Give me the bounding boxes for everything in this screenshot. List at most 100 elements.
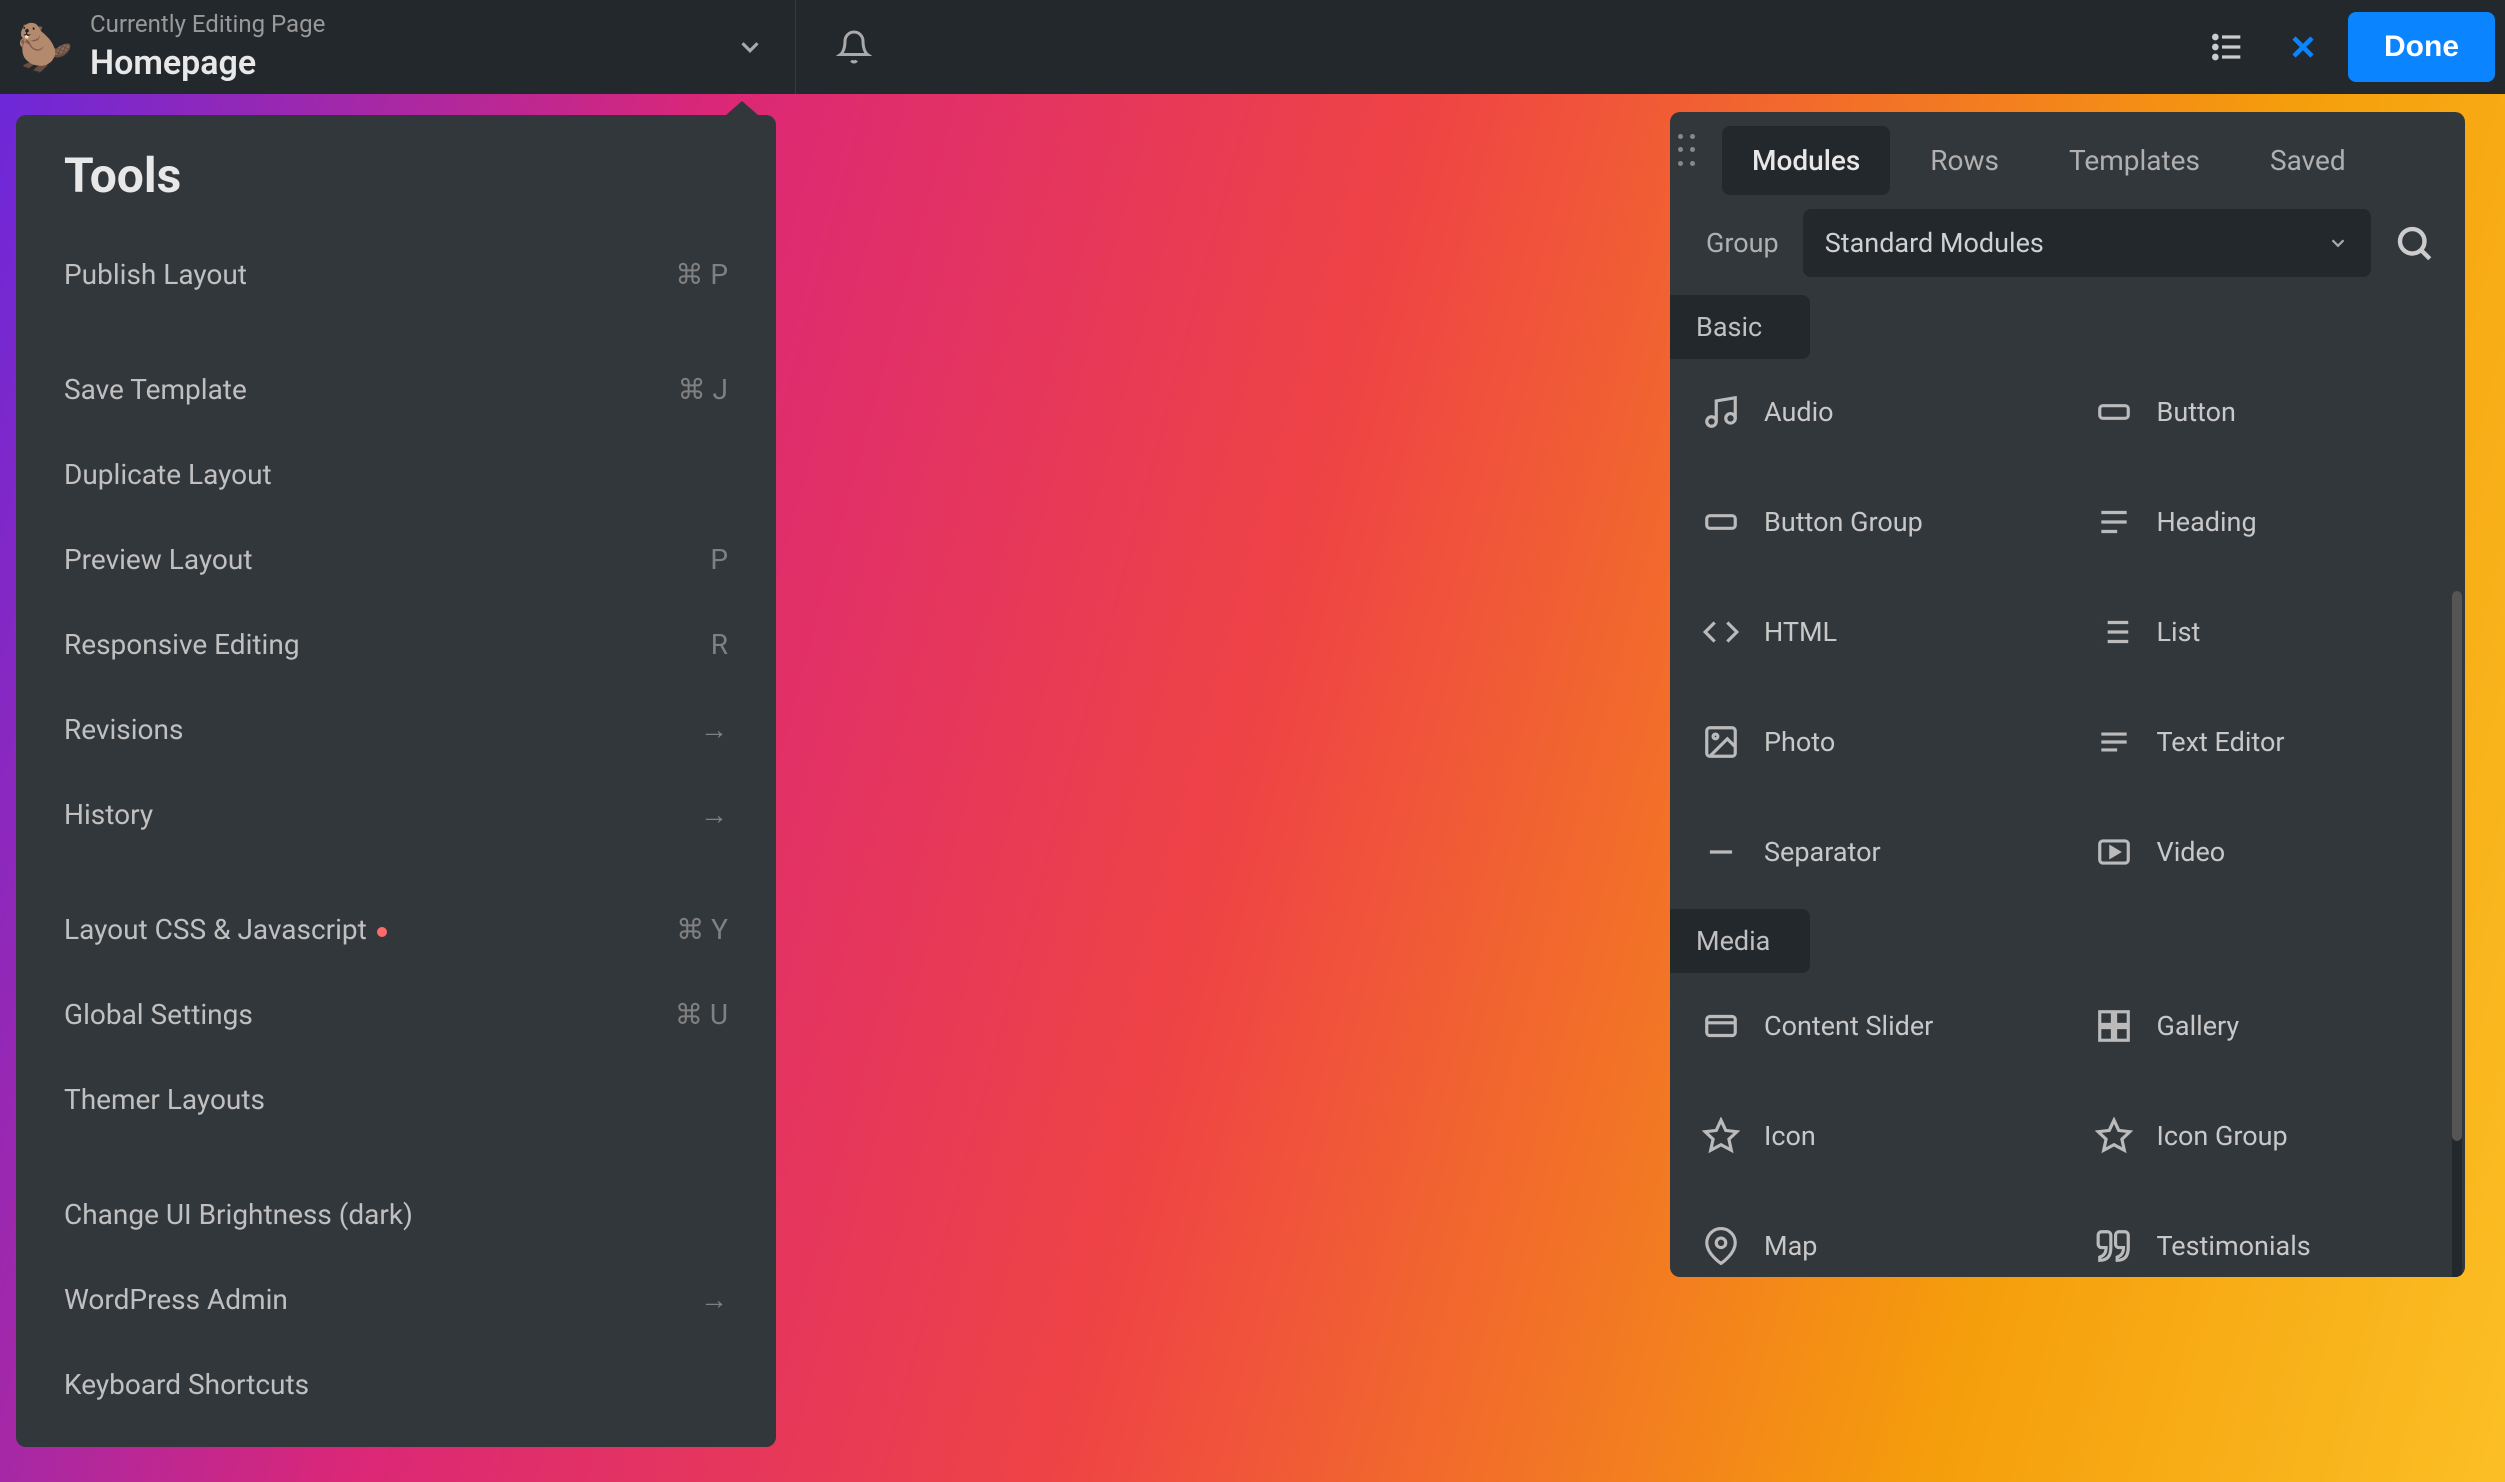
content-panel: ModulesRowsTemplatesSaved Group Standard… xyxy=(1670,112,2465,1277)
module-section-header: Media xyxy=(1670,909,1810,973)
tools-item[interactable]: Responsive Editing R xyxy=(28,602,764,687)
tools-item-label: Keyboard Shortcuts xyxy=(64,1368,309,1401)
module-item-label: Icon xyxy=(1764,1120,1816,1152)
module-item[interactable]: Button xyxy=(2073,379,2456,445)
tools-item-shortcut: ⌘ J xyxy=(678,373,728,406)
image-icon xyxy=(1700,721,1742,763)
tools-item-label: Save Template xyxy=(64,373,247,406)
module-item-label: Testimonials xyxy=(2157,1230,2311,1262)
tools-item-label: WordPress Admin xyxy=(64,1283,288,1316)
module-item[interactable]: Map xyxy=(1680,1213,2063,1277)
page-dropdown-button[interactable] xyxy=(715,22,785,72)
code-icon xyxy=(1700,611,1742,653)
module-item[interactable]: Audio xyxy=(1680,379,2063,445)
tools-item[interactable]: Duplicate Layout xyxy=(28,432,764,517)
module-item[interactable]: Video xyxy=(2073,819,2456,885)
pin-icon xyxy=(1700,1225,1742,1267)
top-bar: 🦫 Currently Editing Page Homepage Done xyxy=(0,0,2505,94)
list-icon xyxy=(2093,611,2135,653)
module-item-label: Heading xyxy=(2157,506,2257,538)
module-item[interactable]: Text Editor xyxy=(2073,709,2456,775)
tools-item-label: Global Settings xyxy=(64,998,253,1031)
outline-button[interactable] xyxy=(2196,16,2258,78)
tools-item-label: Preview Layout xyxy=(64,543,252,576)
chevron-down-icon xyxy=(735,32,765,62)
module-item[interactable]: Gallery xyxy=(2073,993,2456,1059)
tools-item-label: Revisions xyxy=(64,713,183,746)
tools-item[interactable]: Change UI Brightness (dark) xyxy=(28,1172,764,1257)
tools-menu: Tools Publish Layout ⌘ P Save Template ⌘ J D… xyxy=(16,115,776,1447)
video-icon xyxy=(2093,831,2135,873)
page-title: Homepage xyxy=(90,41,325,85)
module-item-label: Icon Group xyxy=(2157,1120,2288,1152)
tools-item[interactable]: Layout CSS & Javascript⌘ Y xyxy=(28,887,764,972)
tools-title: Tools xyxy=(28,147,764,232)
module-item[interactable]: HTML xyxy=(1680,599,2063,665)
panel-tabs: ModulesRowsTemplatesSaved xyxy=(1670,112,2465,209)
tools-item[interactable]: Publish Layout ⌘ P xyxy=(28,232,764,317)
tools-item-shortcut: ⌘ U xyxy=(675,998,728,1031)
panel-tab[interactable]: Templates xyxy=(2039,126,2230,195)
button-icon xyxy=(1700,501,1742,543)
button-icon xyxy=(2093,391,2135,433)
tools-list: Publish Layout ⌘ P Save Template ⌘ J Duplica… xyxy=(28,232,764,1427)
close-panel-button[interactable] xyxy=(2272,16,2334,78)
module-item-label: Button Group xyxy=(1764,506,1923,538)
module-item[interactable]: Icon xyxy=(1680,1103,2063,1169)
tools-item-shortcut: R xyxy=(711,628,728,661)
tools-item-shortcut: ⌘ P xyxy=(675,258,728,291)
drag-handle-icon[interactable] xyxy=(1678,134,1698,170)
tools-item-shortcut: ⌘ Y xyxy=(676,913,728,946)
done-button[interactable]: Done xyxy=(2348,12,2495,82)
panel-tab[interactable]: Modules xyxy=(1722,126,1890,195)
module-item[interactable]: Icon Group xyxy=(2073,1103,2456,1169)
editing-label: Currently Editing Page xyxy=(90,9,325,40)
tools-item-label: History xyxy=(64,798,153,831)
tools-item[interactable]: WordPress Admin→ xyxy=(28,1257,764,1342)
panel-controls: Group Standard Modules xyxy=(1670,209,2465,291)
notifications-button[interactable] xyxy=(816,9,892,85)
modules-grid: Content Slider Gallery Icon Icon Group Map Te… xyxy=(1670,973,2465,1277)
panel-tab[interactable]: Saved xyxy=(2240,126,2376,195)
star-icon xyxy=(2093,1115,2135,1157)
panel-tab[interactable]: Rows xyxy=(1900,126,2029,195)
tools-item[interactable]: Preview LayoutP xyxy=(28,517,764,602)
tools-item[interactable]: Revisions → xyxy=(28,687,764,772)
editing-info: Currently Editing Page Homepage xyxy=(90,9,325,84)
module-item[interactable]: Separator xyxy=(1680,819,2063,885)
tools-item-shortcut: → xyxy=(700,713,728,746)
tools-item-shortcut: → xyxy=(700,798,728,831)
search-icon xyxy=(2393,222,2435,264)
module-item[interactable]: Content Slider xyxy=(1680,993,2063,1059)
module-item[interactable]: Photo xyxy=(1680,709,2063,775)
tools-item[interactable]: Global Settings ⌘ U xyxy=(28,972,764,1057)
scrollbar[interactable] xyxy=(2452,591,2462,1277)
search-button[interactable] xyxy=(2381,210,2447,276)
star-icon xyxy=(1700,1115,1742,1157)
tools-item[interactable]: Keyboard Shortcuts xyxy=(28,1342,764,1427)
module-item[interactable]: Testimonials xyxy=(2073,1213,2456,1277)
slider-icon xyxy=(1700,1005,1742,1047)
module-item[interactable]: List xyxy=(2073,599,2456,665)
group-select[interactable]: Standard Modules xyxy=(1803,209,2371,277)
tools-item[interactable]: Themer Layouts xyxy=(28,1057,764,1142)
modules-grid: Audio Button Button Group Heading HTMLListPh… xyxy=(1670,359,2465,905)
module-item-label: Separator xyxy=(1764,836,1881,868)
module-item-label: Button xyxy=(2157,396,2236,428)
topbar-left: 🦫 Currently Editing Page Homepage xyxy=(10,0,892,94)
tools-item[interactable]: History → xyxy=(28,772,764,857)
tools-item-label: Duplicate Layout xyxy=(64,458,272,491)
module-item-label: Map xyxy=(1764,1230,1817,1262)
quote-icon xyxy=(2093,1225,2135,1267)
group-select-value: Standard Modules xyxy=(1825,227,2044,259)
scrollbar-thumb[interactable] xyxy=(2452,591,2462,1141)
tools-item-label: Responsive Editing xyxy=(64,628,300,661)
module-item-label: Gallery xyxy=(2157,1010,2240,1042)
tools-item-label: Publish Layout xyxy=(64,258,247,291)
module-item[interactable]: Heading xyxy=(2073,489,2456,555)
module-item[interactable]: Button Group xyxy=(1680,489,2063,555)
tools-item[interactable]: Save Template ⌘ J xyxy=(28,347,764,432)
gallery-icon xyxy=(2093,1005,2135,1047)
tools-item-label: Change UI Brightness (dark) xyxy=(64,1198,413,1231)
heading-icon xyxy=(2093,501,2135,543)
